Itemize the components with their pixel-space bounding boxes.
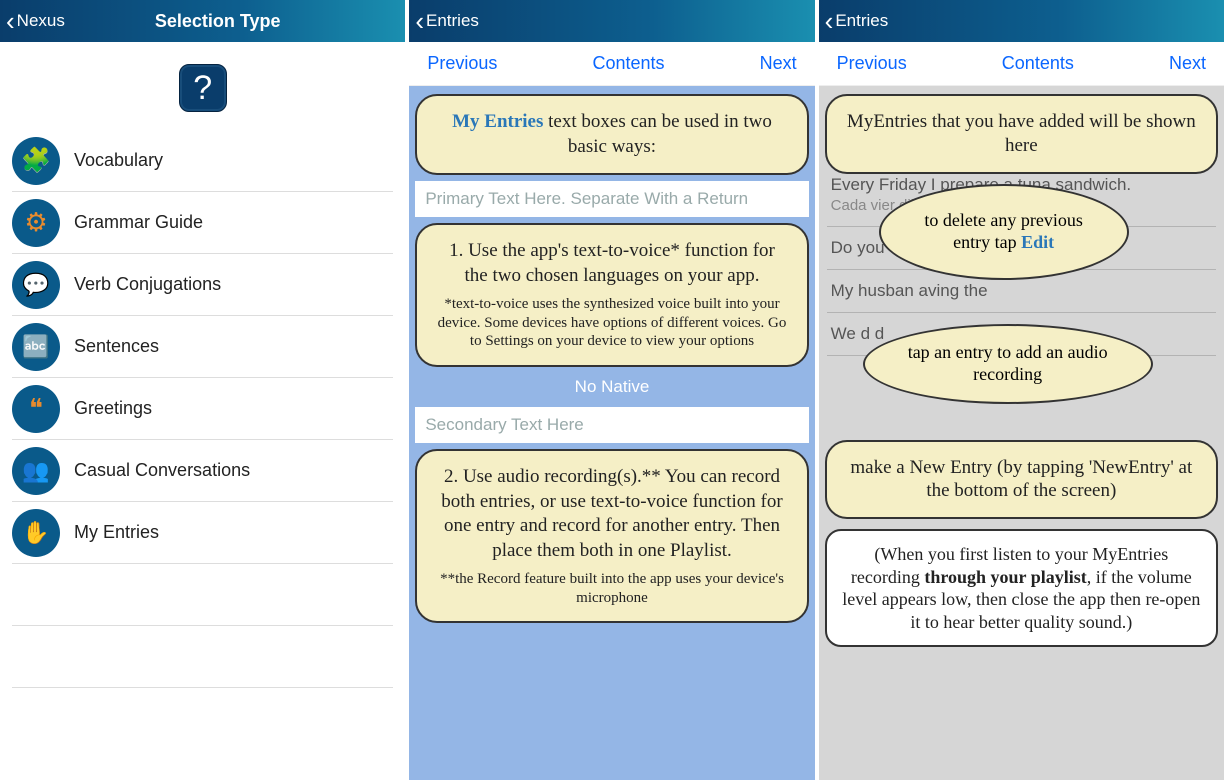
list-item-label: My Entries [74, 522, 159, 543]
method-2-main: 2. Use audio recording(s).** You can rec… [441, 466, 782, 561]
method-2-callout: 2. Use audio recording(s).** You can rec… [415, 449, 808, 623]
help-content: My Entries text boxes can be used in two… [409, 86, 814, 780]
back-label: Nexus [17, 11, 65, 31]
screen-entries-help-1: ‹ Entries Previous Contents Next My Entr… [409, 0, 818, 780]
blank-row [12, 564, 393, 626]
selection-list: Vocabulary Grammar Guide Verb Conjugatio… [0, 130, 405, 688]
back-button[interactable]: ‹ Nexus [6, 8, 65, 34]
page-nav: Previous Contents Next [409, 42, 814, 86]
previous-link[interactable]: Previous [427, 53, 497, 74]
edit-link-text: Edit [1021, 232, 1054, 252]
previous-link[interactable]: Previous [837, 53, 907, 74]
chevron-left-icon: ‹ [6, 8, 15, 34]
audio-tip-bubble: tap an entry to add an audio recording [863, 324, 1153, 404]
new-entry-callout: make a New Entry (by tapping 'NewEntry' … [825, 440, 1218, 520]
list-item-grammar-guide[interactable]: Grammar Guide [12, 192, 393, 254]
method-1-note: *text-to-voice uses the synthesized voic… [435, 295, 788, 351]
back-button[interactable]: ‹ Entries [825, 8, 889, 34]
content-area: ? Vocabulary Grammar Guide Verb Conjugat… [0, 42, 405, 688]
list-item-label: Greetings [74, 398, 152, 419]
puzzle-icon [12, 137, 60, 185]
method-1-main: 1. Use the app's text-to-voice* function… [449, 240, 775, 286]
list-item-label: Casual Conversations [74, 460, 250, 481]
entry-primary: My husban aving the [831, 280, 1212, 302]
delete-tip-text: to delete any previous entry tap Edit [905, 210, 1103, 253]
contents-link[interactable]: Contents [1002, 53, 1074, 74]
intro-text: text boxes can be used in two basic ways… [543, 111, 771, 157]
page-title: Selection Type [155, 11, 281, 32]
list-item-label: Vocabulary [74, 150, 163, 171]
chevron-left-icon: ‹ [415, 8, 424, 34]
question-icon: ? [193, 69, 212, 108]
list-item-label: Sentences [74, 336, 159, 357]
abc-icon [12, 323, 60, 371]
top-callout: MyEntries that you have added will be sh… [825, 94, 1218, 174]
delete-tip-bubble: to delete any previous entry tap Edit [879, 184, 1129, 280]
hand-icon [12, 509, 60, 557]
nav-header: ‹ Nexus Selection Type [0, 0, 405, 42]
people-icon [12, 447, 60, 495]
note-bold: through your playlist [924, 567, 1086, 587]
quotes-icon [12, 385, 60, 433]
contents-link[interactable]: Contents [592, 53, 664, 74]
secondary-text-placeholder: Secondary Text Here [415, 407, 808, 443]
list-item-casual-conversations[interactable]: Casual Conversations [12, 440, 393, 502]
list-item-greetings[interactable]: Greetings [12, 378, 393, 440]
nav-header: ‹ Entries [819, 0, 1224, 42]
screen-selection-type: ‹ Nexus Selection Type ? Vocabulary Gram… [0, 0, 409, 780]
method-1-callout: 1. Use the app's text-to-voice* function… [415, 223, 808, 367]
chevron-left-icon: ‹ [825, 8, 834, 34]
back-button[interactable]: ‹ Entries [415, 8, 479, 34]
intro-callout: My Entries text boxes can be used in two… [415, 94, 808, 175]
list-item-label: Grammar Guide [74, 212, 203, 233]
chat-icon [12, 261, 60, 309]
list-item-sentences[interactable]: Sentences [12, 316, 393, 378]
intro-emphasis: My Entries [452, 111, 543, 132]
list-item-verb-conjugations[interactable]: Verb Conjugations [12, 254, 393, 316]
page-nav: Previous Contents Next [819, 42, 1224, 86]
gears-icon [12, 199, 60, 247]
back-label: Entries [426, 11, 479, 31]
help-button-container: ? [0, 42, 405, 130]
list-item-vocabulary[interactable]: Vocabulary [12, 130, 393, 192]
audio-tip-text: tap an entry to add an audio recording [889, 342, 1127, 385]
next-link[interactable]: Next [1169, 53, 1206, 74]
back-label: Entries [835, 11, 888, 31]
help-content: MyEntries that you have added will be sh… [819, 86, 1224, 780]
next-link[interactable]: Next [760, 53, 797, 74]
blank-row [12, 626, 393, 688]
playlist-volume-note: (When you first listen to your MyEntries… [825, 529, 1218, 647]
nav-header: ‹ Entries [409, 0, 814, 42]
help-button[interactable]: ? [179, 64, 227, 112]
screen-entries-help-2: ‹ Entries Previous Contents Next MyEntri… [819, 0, 1228, 780]
list-item-label: Verb Conjugations [74, 274, 221, 295]
method-2-note: **the Record feature built into the app … [435, 570, 788, 608]
no-native-label: No Native [415, 373, 808, 401]
primary-text-placeholder: Primary Text Here. Separate With a Retur… [415, 181, 808, 217]
list-item-my-entries[interactable]: My Entries [12, 502, 393, 564]
